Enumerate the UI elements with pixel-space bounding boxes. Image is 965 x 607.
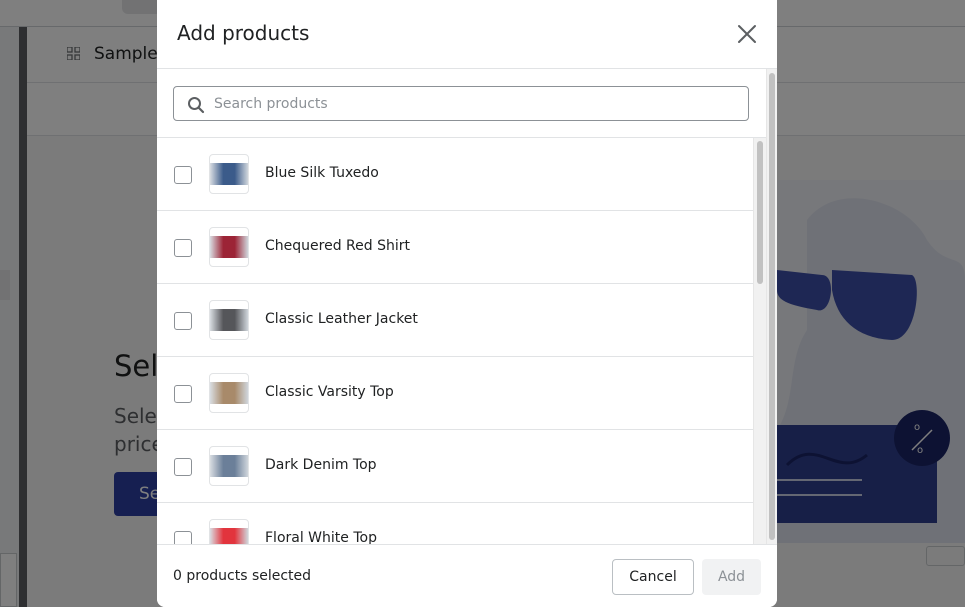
product-name: Blue Silk Tuxedo [265,165,379,181]
close-button[interactable] [735,22,759,46]
close-icon [738,25,756,43]
product-name: Dark Denim Top [265,457,377,473]
product-thumbnail [209,227,249,267]
modal-header: Add products [157,0,777,69]
product-list-scrollbar-thumb[interactable] [757,141,763,284]
search-field[interactable] [173,86,749,121]
cancel-button[interactable]: Cancel [612,559,694,595]
product-checkbox[interactable] [174,312,192,330]
product-thumbnail [209,154,249,194]
product-checkbox[interactable] [174,531,192,544]
product-image [210,528,248,544]
modal-title: Add products [177,21,310,45]
product-image [210,236,248,258]
search-input[interactable] [214,88,734,119]
product-image [210,163,248,185]
selected-count: 0 products selected [173,568,312,584]
product-list-area: Blue Silk Tuxedo Chequered Red Shirt Class… [157,137,766,544]
modal-body: Blue Silk Tuxedo Chequered Red Shirt Class… [157,69,777,544]
product-row[interactable]: Floral White Top [157,503,753,544]
product-list-scrollbar[interactable] [753,138,766,544]
product-row[interactable]: Classic Leather Jacket [157,284,753,357]
modal-footer: 0 products selected Cancel Add [157,544,777,607]
product-name: Classic Varsity Top [265,384,394,400]
product-image [210,455,248,477]
modal-scrollbar[interactable] [766,69,777,544]
product-checkbox[interactable] [174,166,192,184]
product-thumbnail [209,373,249,413]
product-name: Floral White Top [265,530,377,544]
product-list: Blue Silk Tuxedo Chequered Red Shirt Class… [157,138,753,544]
product-row[interactable]: Dark Denim Top [157,430,753,503]
add-button[interactable]: Add [702,559,761,595]
product-checkbox[interactable] [174,458,192,476]
add-products-modal: Add products Blue Silk Tuxedo Chequered R… [157,0,777,607]
product-image [210,382,248,404]
search-icon [188,97,205,114]
product-checkbox[interactable] [174,385,192,403]
product-name: Classic Leather Jacket [265,311,418,327]
product-checkbox[interactable] [174,239,192,257]
product-row[interactable]: Chequered Red Shirt [157,211,753,284]
product-name: Chequered Red Shirt [265,238,410,254]
product-row[interactable]: Classic Varsity Top [157,357,753,430]
product-thumbnail [209,300,249,340]
product-image [210,309,248,331]
product-thumbnail [209,519,249,544]
product-row[interactable]: Blue Silk Tuxedo [157,138,753,211]
modal-scrollbar-thumb[interactable] [769,73,775,540]
product-thumbnail [209,446,249,486]
